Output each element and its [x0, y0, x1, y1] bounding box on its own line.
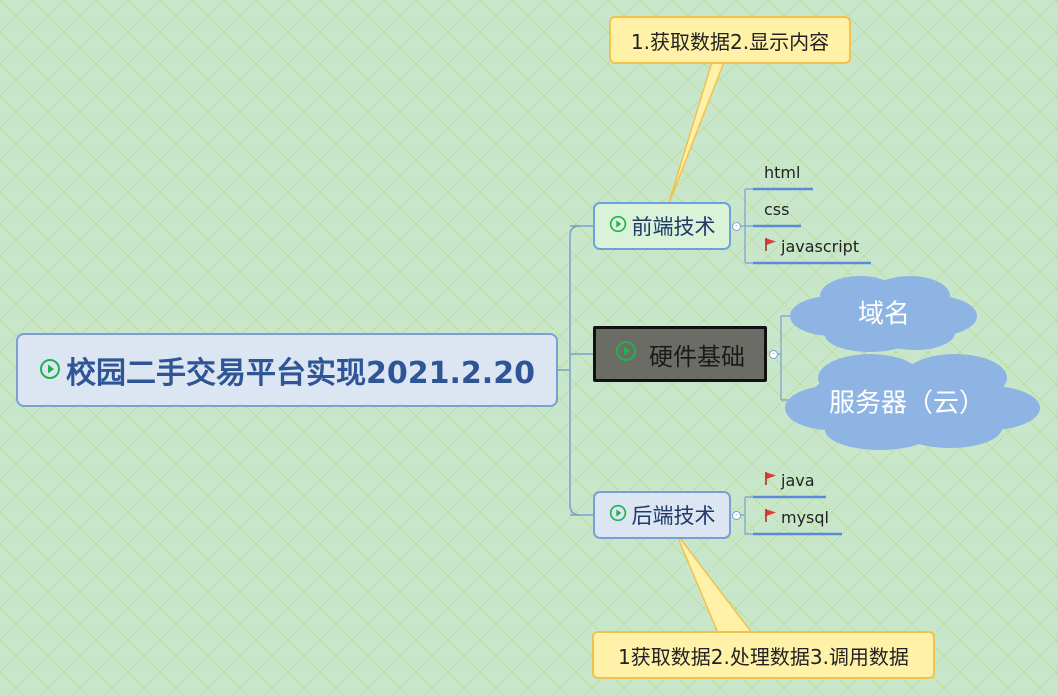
callout-frontend[interactable]: 1.获取数据2.显示内容	[609, 16, 851, 64]
subtopic-domain[interactable]: 域名	[858, 294, 910, 331]
subtopic-javascript[interactable]: javascript	[764, 237, 859, 256]
collapse-toggle[interactable]: -	[732, 511, 741, 520]
subtopic-css[interactable]: css	[764, 200, 789, 219]
red-flag-icon	[764, 471, 777, 490]
collapse-toggle[interactable]: -	[769, 350, 778, 359]
play-circle-icon	[615, 340, 637, 368]
play-circle-icon	[609, 503, 627, 527]
subtopic-server[interactable]: 服务器（云）	[829, 383, 985, 420]
red-flag-icon	[764, 508, 777, 527]
red-flag-icon	[764, 237, 777, 256]
topic-hardware[interactable]: 硬件基础	[593, 326, 767, 382]
callout-backend[interactable]: 1获取数据2.处理数据3.调用数据	[592, 631, 935, 679]
topic-label: 后端技术	[631, 504, 716, 528]
topic-frontend[interactable]: 前端技术	[593, 202, 731, 250]
root-topic[interactable]: 校园二手交易平台实现2021.2.20	[16, 333, 558, 407]
topic-backend[interactable]: 后端技术	[593, 491, 731, 539]
play-circle-icon	[609, 214, 627, 238]
topic-label: 前端技术	[631, 215, 716, 239]
topic-label: 硬件基础	[649, 342, 745, 371]
root-title: 校园二手交易平台实现2021.2.20	[66, 356, 535, 391]
collapse-toggle[interactable]: -	[732, 222, 741, 231]
play-circle-icon	[39, 353, 61, 388]
subtopic-java[interactable]: java	[764, 471, 815, 490]
subtopic-mysql[interactable]: mysql	[764, 508, 829, 527]
subtopic-html[interactable]: html	[764, 163, 800, 182]
